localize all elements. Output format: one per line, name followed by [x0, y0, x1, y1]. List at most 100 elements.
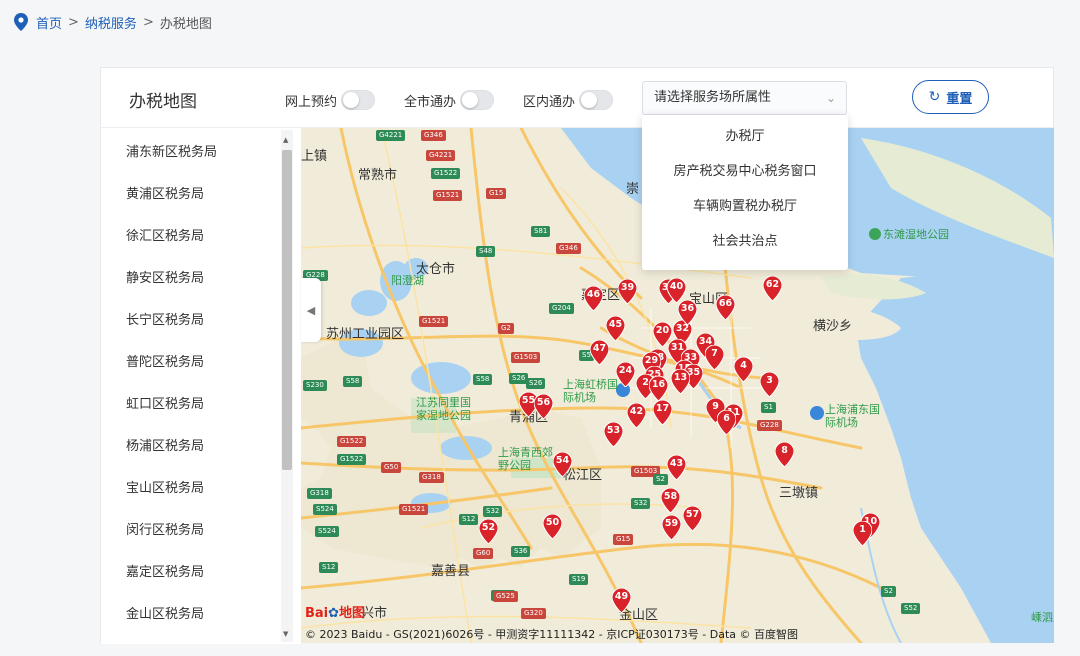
- tax-office-marker[interactable]: 4: [734, 357, 753, 382]
- tax-office-marker[interactable]: 8: [775, 442, 794, 467]
- tax-office-marker[interactable]: 62: [763, 276, 782, 301]
- road-shield-label: G4221: [376, 130, 406, 141]
- tax-office-marker[interactable]: 13: [671, 369, 690, 394]
- map-poi-label: 上海虹桥国际机场: [563, 378, 618, 404]
- breadcrumb-tax-service-link[interactable]: 纳税服务: [85, 13, 137, 32]
- tax-office-marker[interactable]: 50: [543, 514, 562, 539]
- tax-office-marker[interactable]: 56: [534, 394, 553, 419]
- tax-office-marker[interactable]: 58: [661, 488, 680, 513]
- marker-number: 16: [651, 379, 666, 390]
- map-poi-label: 上海浦东国际机场: [825, 403, 880, 429]
- marker-number: 1: [859, 524, 866, 535]
- road-shield-label: S58: [473, 374, 493, 385]
- district-item[interactable]: 宝山区税务局: [101, 468, 301, 510]
- marker-number: 3: [766, 375, 773, 386]
- chevron-down-icon: ⌄: [825, 91, 836, 105]
- road-shield-label: S19: [569, 574, 589, 585]
- district-item[interactable]: 长宁区税务局: [101, 300, 301, 342]
- district-item[interactable]: 闵行区税务局: [101, 510, 301, 552]
- marker-number: 13: [673, 372, 688, 383]
- road-shield-label: S26: [526, 378, 546, 389]
- marker-number: 58: [663, 491, 678, 502]
- tax-office-marker[interactable]: 45: [606, 316, 625, 341]
- tax-office-marker[interactable]: 46: [584, 286, 603, 311]
- breadcrumb-home-link[interactable]: 首页: [36, 13, 62, 32]
- road-shield-label: S58: [343, 376, 363, 387]
- road-shield-label: S524: [315, 526, 339, 537]
- road-shield-label: G4221: [426, 150, 456, 161]
- reset-label: 重置: [946, 91, 973, 107]
- tax-office-marker[interactable]: 36: [678, 300, 697, 325]
- page-title: 办税地图: [129, 92, 197, 112]
- breadcrumb: 首页 > 纳税服务 > 办税地图: [14, 12, 212, 32]
- map-place-label: 苏州工业园区: [326, 327, 405, 342]
- collapse-list-button[interactable]: ◀: [301, 278, 321, 342]
- road-shield-label: G1522: [431, 168, 461, 179]
- tax-office-marker[interactable]: 1: [853, 521, 872, 546]
- citywide-switch[interactable]: [460, 90, 495, 110]
- tax-office-marker[interactable]: 17: [653, 400, 672, 425]
- district-item[interactable]: 金山区税务局: [101, 594, 301, 636]
- district-item[interactable]: 浦东新区税务局: [101, 132, 301, 174]
- road-shield-label: G15: [486, 188, 507, 199]
- map-poi-label: 阳澄湖: [391, 274, 424, 287]
- tax-office-marker[interactable]: 6: [717, 410, 736, 435]
- marker-number: 40: [669, 281, 684, 292]
- scroll-up-icon[interactable]: ▲: [283, 136, 288, 144]
- reset-button[interactable]: ↻ 重置: [912, 80, 989, 114]
- tax-office-marker[interactable]: 57: [683, 506, 702, 531]
- road-shield-label: G525: [493, 591, 518, 602]
- tax-office-marker[interactable]: 3: [760, 372, 779, 397]
- district-item[interactable]: 虹口区税务局: [101, 384, 301, 426]
- road-shield-label: S48: [476, 246, 496, 257]
- road-shield-label: S12: [319, 562, 339, 573]
- tax-office-marker[interactable]: 24: [616, 362, 635, 387]
- road-shield-label: S32: [631, 498, 651, 509]
- toggle-online-booking: 网上预约: [285, 90, 376, 110]
- district-list: 浦东新区税务局 黄浦区税务局 徐汇区税务局 静安区税务局 长宁区税务局 普陀区税…: [101, 128, 301, 644]
- scrollbar-thumb[interactable]: [282, 150, 292, 470]
- road-shield-label: G1522: [337, 436, 367, 447]
- dropdown-option-tax-hall[interactable]: 办税厅: [642, 119, 848, 154]
- district-item[interactable]: 静安区税务局: [101, 258, 301, 300]
- road-shield-label: S81: [531, 226, 551, 237]
- marker-number: 54: [555, 455, 570, 466]
- tax-office-marker[interactable]: 47: [590, 340, 609, 365]
- road-shield-label: G2: [498, 323, 514, 334]
- online-booking-switch[interactable]: [341, 90, 376, 110]
- tax-office-marker[interactable]: 52: [479, 519, 498, 544]
- tax-office-marker[interactable]: 54: [553, 452, 572, 477]
- district-item[interactable]: 黄浦区税务局: [101, 174, 301, 216]
- road-shield-label: G1503: [511, 352, 541, 363]
- dropdown-option-co-governance-point[interactable]: 社会共治点: [642, 224, 848, 259]
- tax-office-marker[interactable]: 49: [612, 588, 631, 613]
- tax-office-marker[interactable]: 7: [705, 345, 724, 370]
- tax-office-marker[interactable]: 59: [662, 515, 681, 540]
- tax-office-marker[interactable]: 16: [649, 376, 668, 401]
- district-item[interactable]: 徐汇区税务局: [101, 216, 301, 258]
- tax-office-marker[interactable]: 42: [627, 403, 646, 428]
- road-shield-label: G346: [421, 130, 446, 141]
- marker-number: 46: [586, 289, 601, 300]
- marker-number: 17: [655, 403, 670, 414]
- district-list-scrollbar[interactable]: ▲ ▼: [281, 130, 293, 642]
- dropdown-option-property-tax-window[interactable]: 房产税交易中心税务窗口: [642, 154, 848, 189]
- district-item[interactable]: 普陀区税务局: [101, 342, 301, 384]
- marker-number: 39: [620, 282, 635, 293]
- toggle-district: 区内通办: [523, 90, 614, 110]
- tax-office-marker[interactable]: 43: [667, 455, 686, 480]
- road-shield-label: G318: [419, 472, 444, 483]
- tax-office-marker[interactable]: 66: [716, 295, 735, 320]
- road-shield-label: S36: [511, 546, 531, 557]
- service-type-select[interactable]: 请选择服务场所属性 ⌄: [642, 81, 847, 115]
- scroll-down-icon[interactable]: ▼: [283, 630, 288, 638]
- marker-number: 7: [711, 348, 718, 359]
- district-item[interactable]: 嘉定区税务局: [101, 552, 301, 594]
- district-switch[interactable]: [579, 90, 614, 110]
- road-shield-label: G1521: [399, 504, 429, 515]
- district-item[interactable]: 杨浦区税务局: [101, 426, 301, 468]
- tax-office-marker[interactable]: 53: [604, 422, 623, 447]
- tax-office-marker[interactable]: 39: [618, 279, 637, 304]
- road-shield-label: S2: [653, 474, 668, 485]
- dropdown-option-vehicle-tax-hall[interactable]: 车辆购置税办税厅: [642, 189, 848, 224]
